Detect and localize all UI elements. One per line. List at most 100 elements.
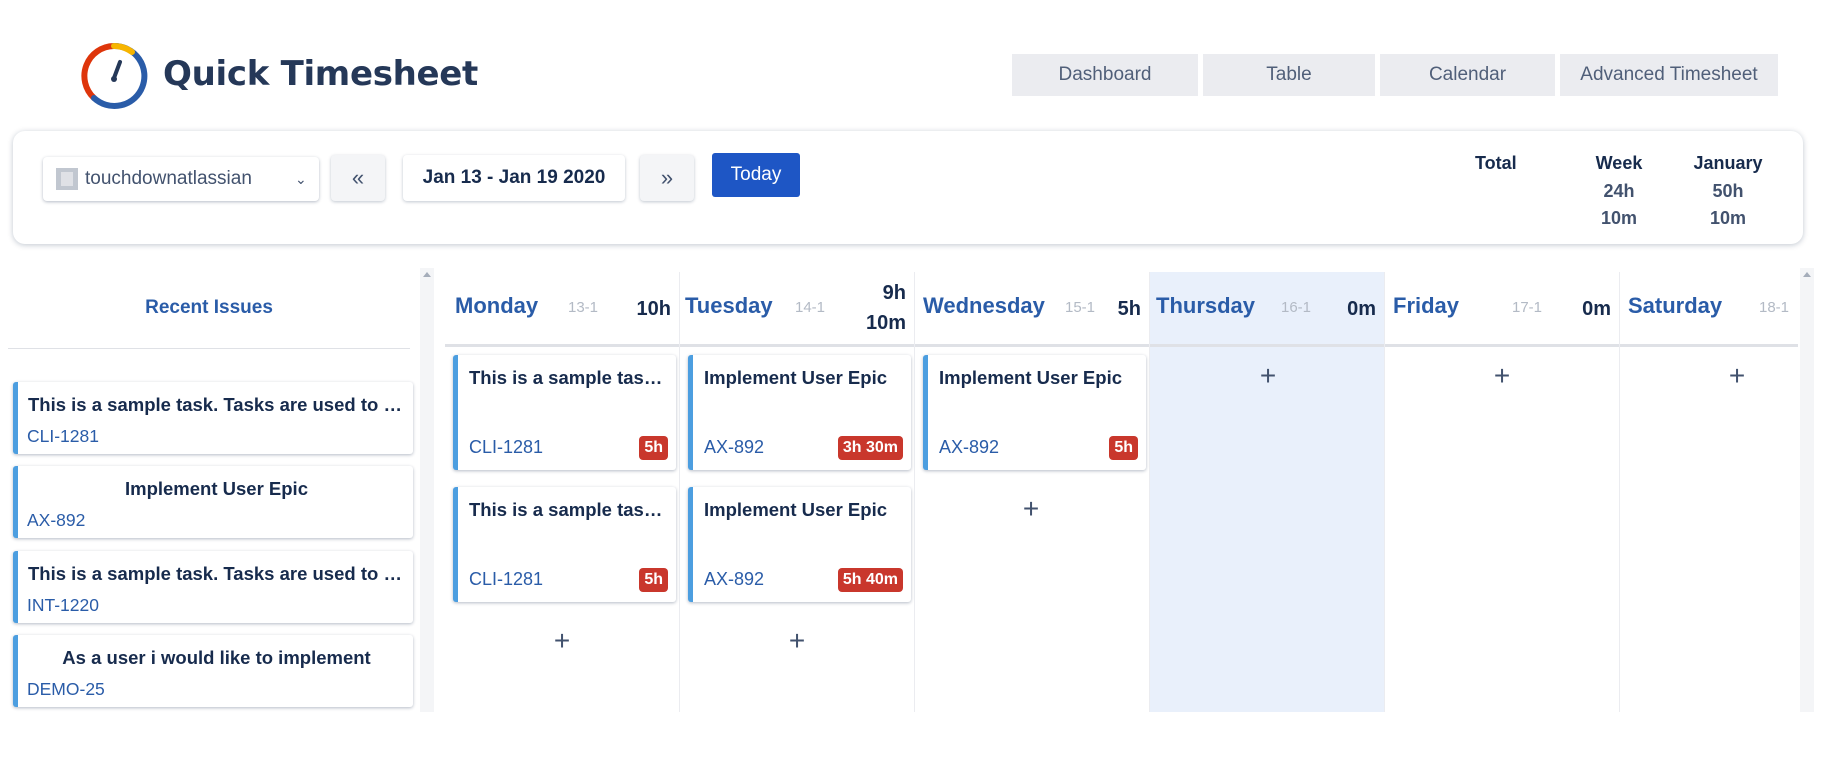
recent-issue-title: As a user i would like to implement — [62, 647, 371, 668]
worklog-issue-key[interactable]: AX-892 — [939, 437, 999, 458]
day-column-friday: Friday 17-1 0m + — [1385, 272, 1620, 712]
worklog-title: Implement User Epic — [704, 367, 888, 388]
previous-week-button[interactable]: « — [331, 155, 385, 201]
day-header: Friday 17-1 0m — [1385, 272, 1619, 347]
week-calendar: Monday 13-1 10h This is a sample task. T… — [445, 272, 1798, 712]
worklog-entry[interactable]: This is a sample task. Tasks are used to… — [453, 355, 676, 470]
day-name: Saturday — [1628, 293, 1723, 318]
sidebar-scrollbar[interactable] — [420, 268, 434, 712]
day-header: Thursday 16-1 0m — [1150, 272, 1384, 347]
tab-calendar[interactable]: Calendar — [1380, 54, 1555, 96]
day-column-tuesday: Tuesday 14-1 9h 10m Implement User Epic … — [680, 272, 915, 712]
day-date: 13-1 — [568, 299, 599, 316]
day-total: 0m — [1582, 294, 1611, 324]
day-header: Monday 13-1 10h — [445, 272, 679, 347]
chevron-down-icon: ⌄ — [295, 170, 307, 187]
app-logo-gauge-icon — [81, 42, 148, 109]
recent-issue-item[interactable]: This is a sample task. Tasks are used to… — [13, 382, 413, 454]
recent-issue-key[interactable]: CLI-1281 — [27, 426, 99, 447]
tab-table[interactable]: Table — [1203, 54, 1375, 96]
day-date: 16-1 — [1281, 299, 1312, 316]
recent-issue-title: Implement User Epic — [124, 478, 308, 499]
day-total-value: 9h — [882, 282, 906, 304]
add-worklog-button[interactable]: + — [1016, 494, 1046, 524]
day-total: 10h — [637, 294, 671, 324]
day-name: Monday — [455, 293, 539, 318]
week-total-hours: 24h — [1603, 181, 1635, 201]
tab-advanced-timesheet[interactable]: Advanced Timesheet — [1560, 54, 1778, 96]
add-worklog-button[interactable]: + — [1722, 361, 1752, 391]
worklog-time-badge: 5h — [639, 436, 668, 460]
user-select[interactable]: touchdownatlassian ⌄ — [43, 157, 319, 201]
worklog-title: Implement User Epic — [704, 499, 888, 520]
recent-issue-item[interactable]: As a user i would like to implement DEMO… — [13, 635, 413, 707]
week-total-label: Week — [1595, 153, 1643, 173]
day-header: Tuesday 14-1 9h 10m — [680, 272, 914, 347]
next-week-button[interactable]: » — [640, 155, 694, 201]
calendar-scrollbar[interactable] — [1800, 268, 1814, 712]
recent-issue-key[interactable]: DEMO-25 — [27, 679, 105, 700]
day-total-value: 10h — [636, 298, 671, 320]
day-name: Thursday — [1156, 293, 1256, 318]
worklog-title: Implement User Epic — [939, 367, 1123, 388]
day-name: Wednesday — [923, 293, 1045, 318]
recent-issue-title: This is a sample task. Tasks are used to… — [28, 394, 405, 415]
add-worklog-button[interactable]: + — [547, 626, 577, 656]
month-total: January 50h 10m — [1678, 153, 1778, 232]
day-total-value: 0m — [1582, 298, 1611, 320]
day-name: Tuesday — [685, 293, 773, 318]
day-date: 17-1 — [1512, 299, 1543, 316]
week-total-minutes: 10m — [1600, 208, 1638, 228]
day-column-monday: Monday 13-1 10h This is a sample task. T… — [445, 272, 680, 712]
worklog-issue-key[interactable]: CLI-1281 — [469, 569, 543, 590]
month-total-label: January — [1693, 153, 1763, 173]
add-worklog-button[interactable]: + — [1487, 361, 1517, 391]
add-worklog-button[interactable]: + — [782, 626, 812, 656]
day-header: Wednesday 15-1 5h — [915, 272, 1149, 347]
recent-issue-title: This is a sample task. Tasks are used to… — [28, 563, 405, 584]
add-worklog-button[interactable]: + — [1253, 361, 1283, 391]
worklog-issue-key[interactable]: AX-892 — [704, 569, 764, 590]
tab-dashboard[interactable]: Dashboard — [1012, 54, 1198, 96]
worklog-time-badge: 5h — [639, 568, 668, 592]
recent-issue-key[interactable]: INT-1220 — [27, 595, 99, 616]
worklog-entry[interactable]: Implement User Epic AX-892 3h 30m — [688, 355, 911, 470]
recent-issue-key[interactable]: AX-892 — [27, 510, 85, 531]
day-date: 15-1 — [1065, 299, 1096, 316]
worklog-entry[interactable]: This is a sample task. Tasks are used to… — [453, 487, 676, 602]
top-nav: Dashboard Table Calendar Advanced Timesh… — [1012, 54, 1778, 96]
user-select-value: touchdownatlassian — [85, 168, 252, 189]
day-column-thursday: Thursday 16-1 0m + — [1150, 272, 1385, 712]
totals-label: Total — [1475, 153, 1517, 173]
recent-issues-title: Recent Issues — [8, 268, 410, 349]
day-total-value: 0m — [1347, 298, 1376, 320]
day-total: 5h — [1118, 294, 1141, 324]
worklog-entry[interactable]: Implement User Epic AX-892 5h 40m — [688, 487, 911, 602]
worklog-time-badge: 3h 30m — [837, 436, 903, 460]
worklog-time-badge: 5h — [1109, 436, 1138, 460]
scroll-up-arrow-icon[interactable] — [1803, 272, 1811, 277]
day-total-value: 5h — [1117, 298, 1141, 320]
worklog-issue-key[interactable]: AX-892 — [704, 437, 764, 458]
scroll-up-arrow-icon[interactable] — [423, 272, 431, 277]
toolbar-card: touchdownatlassian ⌄ « Jan 13 - Jan 19 2… — [13, 131, 1803, 244]
today-button[interactable]: Today — [712, 153, 800, 197]
worklog-issue-key[interactable]: CLI-1281 — [469, 437, 543, 458]
day-total: 0m — [1347, 294, 1376, 324]
month-total-hours: 50h — [1712, 181, 1744, 201]
worklog-entry[interactable]: Implement User Epic AX-892 5h — [923, 355, 1146, 470]
worklog-title: This is a sample task. Tasks are used to… — [469, 499, 671, 520]
recent-issue-item[interactable]: This is a sample task. Tasks are used to… — [13, 551, 413, 623]
week-total: Week 24h 10m — [1578, 153, 1660, 232]
date-range-display: Jan 13 - Jan 19 2020 — [403, 155, 625, 201]
worklog-time-badge: 5h 40m — [837, 568, 903, 592]
day-date: 14-1 — [795, 299, 826, 316]
day-column-saturday: Saturday 18-1 + — [1620, 272, 1798, 712]
app-title: Quick Timesheet — [163, 54, 479, 94]
day-header: Saturday 18-1 — [1620, 272, 1798, 347]
recent-issue-item[interactable]: Implement User Epic AX-892 — [13, 466, 413, 538]
worklog-title: This is a sample task. Tasks are used to… — [469, 367, 671, 388]
day-date: 18-1 — [1759, 299, 1790, 316]
day-column-wednesday: Wednesday 15-1 5h Implement User Epic AX… — [915, 272, 1150, 712]
day-total: 9h 10m — [866, 278, 906, 338]
